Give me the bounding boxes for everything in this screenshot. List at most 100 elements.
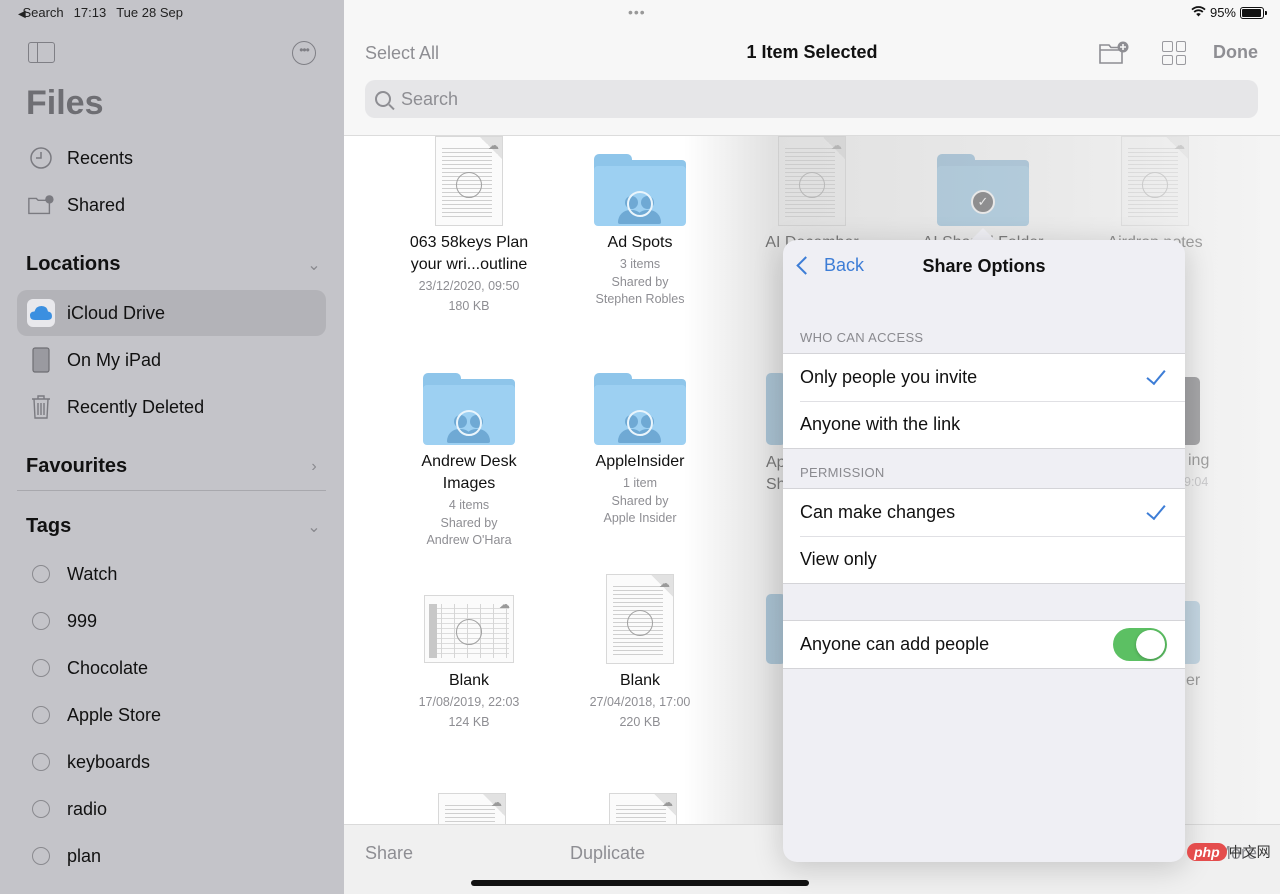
ellipsis-circle-icon[interactable]: ••• bbox=[292, 41, 316, 65]
folder-name: AppleInsider bbox=[595, 453, 685, 470]
back-to-app-link[interactable]: ◀ Search bbox=[18, 5, 64, 20]
watermark-logo: php bbox=[1187, 843, 1227, 861]
sidebar: ◀ Search 17:13 Tue 28 Sep ••• Files Rece… bbox=[0, 0, 344, 894]
shared-circle-icon bbox=[456, 172, 482, 199]
popover-title: Share Options bbox=[922, 256, 1046, 276]
select-all-button[interactable]: Select All bbox=[365, 43, 439, 64]
cloud-download-icon: ☁ bbox=[831, 140, 842, 152]
tag-label: Chocolate bbox=[67, 657, 149, 678]
search-input[interactable]: Search bbox=[365, 80, 1258, 118]
file-date: 23/12/2020, 09:50 bbox=[418, 279, 520, 293]
file-name: 063 58keys Plan bbox=[409, 234, 529, 251]
tag-circle-icon bbox=[32, 800, 50, 818]
back-button[interactable]: Back bbox=[793, 255, 864, 276]
status-date: Tue 28 Sep bbox=[116, 5, 183, 20]
file-size: 180 KB bbox=[448, 299, 490, 313]
file-item[interactable]: ☁ Blank 17/08/2019, 22:03 124 KB bbox=[383, 595, 555, 732]
sidebar-item-shared[interactable]: Shared bbox=[17, 182, 326, 228]
option-label: Can make changes bbox=[800, 502, 956, 522]
folder-item[interactable]: AppleInsider 1 item Shared by Apple Insi… bbox=[554, 373, 726, 527]
shared-by-label: Shared by bbox=[440, 516, 498, 530]
new-folder-icon[interactable] bbox=[1098, 40, 1130, 66]
sidebar-item-recents[interactable]: Recents bbox=[17, 135, 326, 181]
tag-item[interactable]: plan bbox=[17, 833, 326, 879]
shared-by-label: Shared by bbox=[611, 275, 669, 289]
file-date: 27/04/2018, 17:00 bbox=[589, 695, 691, 709]
cloud-download-icon: ☁ bbox=[499, 599, 510, 611]
tag-item[interactable]: Chocolate bbox=[17, 645, 326, 691]
sidebar-toggle-icon[interactable] bbox=[28, 42, 55, 63]
cloud-download-icon: ☁ bbox=[1174, 140, 1185, 152]
anyone-can-add-toggle[interactable] bbox=[1113, 628, 1167, 661]
anyone-can-add-people-row: Anyone can add people bbox=[783, 621, 1185, 668]
option-label: Anyone with the link bbox=[800, 414, 961, 434]
back-label: Back bbox=[824, 255, 865, 275]
section-locations[interactable]: Locations ⌄ bbox=[26, 253, 324, 276]
tag-label: Watch bbox=[67, 563, 118, 584]
sidebar-item-label: Shared bbox=[67, 194, 126, 215]
tag-item[interactable]: keyboards bbox=[17, 739, 326, 785]
section-favourites[interactable]: Favourites › bbox=[26, 455, 324, 478]
folder-count: 3 items bbox=[619, 257, 661, 271]
cloud-download-icon: ☁ bbox=[659, 578, 670, 590]
shared-circle-icon bbox=[1142, 172, 1168, 199]
share-button[interactable]: Share bbox=[365, 843, 413, 864]
sidebar-title: Files bbox=[26, 84, 104, 122]
document-thumbnail: ☁ bbox=[606, 574, 674, 664]
checkmark-icon bbox=[1146, 499, 1166, 520]
navigation-bar: ••• 95% Select All 1 Item Selected Done … bbox=[344, 0, 1280, 136]
chevron-right-icon[interactable]: › bbox=[304, 458, 324, 476]
file-item[interactable]: ☁ 063 58keys Plan your wri...outline 23/… bbox=[383, 136, 555, 316]
document-thumbnail: ☁ bbox=[1121, 136, 1189, 226]
tag-circle-icon bbox=[32, 659, 50, 677]
folder-name: Andrew Desk bbox=[421, 453, 517, 470]
option-only-people-you-invite[interactable]: Only people you invite bbox=[783, 354, 1185, 401]
chevron-down-icon[interactable]: ⌄ bbox=[304, 255, 324, 275]
shared-folder-icon bbox=[594, 154, 686, 226]
option-can-make-changes[interactable]: Can make changes bbox=[783, 489, 1185, 536]
sidebar-item-icloud-drive[interactable]: iCloud Drive bbox=[17, 290, 326, 336]
sidebar-item-on-my-ipad[interactable]: On My iPad bbox=[17, 337, 326, 383]
tag-item[interactable]: Apple Store bbox=[17, 692, 326, 738]
document-thumbnail: ☁ bbox=[778, 136, 846, 226]
folder-item[interactable]: Andrew Desk Images 4 items Shared by And… bbox=[383, 373, 555, 549]
tag-label: plan bbox=[67, 845, 102, 866]
chevron-down-icon[interactable]: ⌄ bbox=[304, 517, 324, 537]
sidebar-item-label: Recently Deleted bbox=[67, 396, 205, 417]
shared-circle-icon bbox=[799, 172, 825, 199]
done-button[interactable]: Done bbox=[1213, 42, 1258, 63]
file-item[interactable]: ☁ Blank 27/04/2018, 17:00 220 KB bbox=[554, 574, 726, 732]
grid-view-icon[interactable] bbox=[1162, 41, 1186, 65]
tag-circle-icon bbox=[32, 753, 50, 771]
multitasking-dots-icon[interactable]: ••• bbox=[628, 4, 646, 20]
sidebar-item-label: Recents bbox=[67, 147, 134, 168]
section-tags[interactable]: Tags ⌄ bbox=[26, 515, 324, 538]
folder-count: 1 item bbox=[622, 476, 658, 490]
tag-item[interactable]: 999 bbox=[17, 598, 326, 644]
cloud-download-icon: ☁ bbox=[662, 797, 673, 809]
option-view-only[interactable]: View only bbox=[783, 536, 1185, 583]
folder-item[interactable]: Ad Spots 3 items Shared by Stephen Roble… bbox=[554, 154, 726, 308]
group-label-who-can-access: WHO CAN ACCESS bbox=[800, 330, 924, 345]
section-title: Locations bbox=[26, 253, 121, 275]
file-size: 124 KB bbox=[448, 715, 490, 729]
icloud-icon bbox=[27, 299, 55, 327]
shared-folder-icon bbox=[594, 373, 686, 445]
status-time: 17:13 bbox=[73, 5, 107, 20]
duplicate-button[interactable]: Duplicate bbox=[570, 843, 645, 864]
spreadsheet-thumbnail: ☁ bbox=[424, 595, 514, 663]
tag-item[interactable]: Watch bbox=[17, 551, 326, 597]
tag-label: 999 bbox=[67, 610, 98, 631]
add-people-group: Anyone can add people bbox=[783, 620, 1185, 669]
share-options-popover: Back Share Options WHO CAN ACCESS Only p… bbox=[783, 240, 1185, 862]
option-anyone-with-link[interactable]: Anyone with the link bbox=[783, 401, 1185, 448]
sidebar-item-label: On My iPad bbox=[67, 349, 162, 370]
home-indicator[interactable] bbox=[471, 880, 809, 886]
option-label: Only people you invite bbox=[800, 367, 978, 387]
document-thumbnail: ☁ bbox=[435, 136, 503, 226]
option-label: View only bbox=[800, 549, 877, 569]
sidebar-item-recently-deleted[interactable]: Recently Deleted bbox=[17, 384, 326, 430]
folder-count: 4 items bbox=[448, 498, 490, 512]
cloud-download-icon: ☁ bbox=[491, 797, 502, 809]
tag-item[interactable]: radio bbox=[17, 786, 326, 832]
